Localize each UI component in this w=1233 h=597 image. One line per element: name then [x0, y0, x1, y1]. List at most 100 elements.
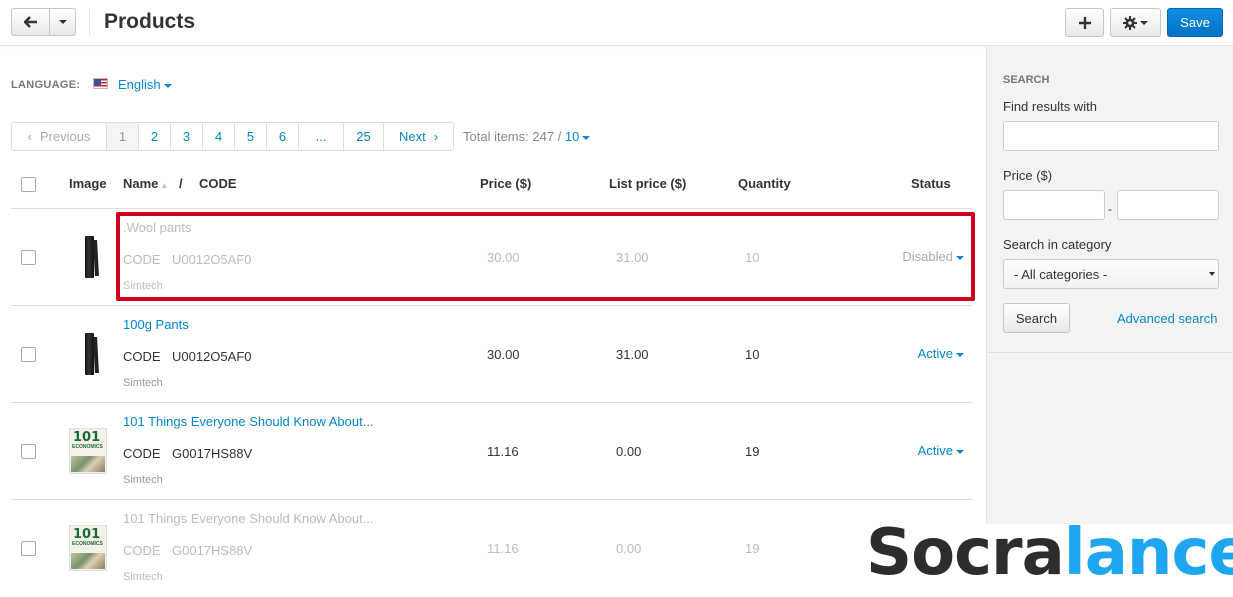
- column-list-price[interactable]: List price ($): [609, 176, 686, 191]
- column-image: Image: [69, 176, 107, 191]
- pants-image: [85, 333, 94, 375]
- vendor-name: Simtech: [123, 377, 163, 389]
- add-product-button[interactable]: [1065, 8, 1104, 37]
- book-cover-subtitle: ECONOMICS: [72, 541, 103, 547]
- status-label: Active: [917, 443, 953, 458]
- history-dropdown-button[interactable]: [49, 8, 76, 36]
- chevron-down-icon: [956, 352, 964, 357]
- price-label: Price ($): [1003, 168, 1053, 183]
- column-status[interactable]: Status: [911, 176, 951, 191]
- price-to-input[interactable]: [1117, 190, 1219, 220]
- sidebar-title: SEARCH: [1003, 74, 1050, 86]
- divider: [987, 352, 1233, 353]
- price-range-dash: -: [1108, 202, 1112, 216]
- arrow-left-icon: [23, 16, 37, 28]
- status-dropdown[interactable]: Active: [918, 443, 964, 458]
- language-label: LANGUAGE:: [11, 79, 81, 91]
- product-name-link[interactable]: 101 Things Everyone Should Know About...: [123, 414, 374, 429]
- quantity-value: 19: [745, 444, 760, 459]
- divider: [89, 10, 90, 36]
- pants-image: [85, 236, 94, 278]
- previous-page-button[interactable]: ‹ Previous: [12, 123, 106, 150]
- row-checkbox[interactable]: [21, 250, 36, 265]
- total-items: Total items: 247 / 10: [463, 129, 591, 144]
- items-per-page-select[interactable]: 10: [564, 129, 591, 144]
- product-code: G0017HS88V: [172, 446, 253, 461]
- list-price-value: 0.00: [616, 444, 642, 459]
- settings-dropdown-button[interactable]: [1110, 8, 1161, 37]
- page-4[interactable]: 4: [202, 123, 234, 150]
- next-page-button[interactable]: Next ›: [383, 123, 453, 150]
- watermark-logo: Socralance: [866, 516, 1233, 592]
- column-price[interactable]: Price ($): [480, 176, 531, 191]
- row-checkbox[interactable]: [21, 347, 36, 362]
- code-label: CODE: [123, 543, 161, 558]
- vendor-name: Simtech: [123, 474, 163, 486]
- book-cover-subtitle: ECONOMICS: [72, 444, 103, 450]
- chevron-down-icon: [163, 83, 172, 88]
- chevron-right-icon: ›: [433, 129, 439, 144]
- page-25[interactable]: 25: [343, 123, 383, 150]
- page-1[interactable]: 1: [106, 123, 138, 150]
- search-input[interactable]: [1003, 121, 1219, 151]
- status-dropdown[interactable]: Active: [918, 346, 964, 361]
- gear-icon: [1123, 15, 1137, 30]
- product-name-link[interactable]: 100g Pants: [123, 317, 189, 332]
- header-bar: Products Save: [0, 0, 1233, 46]
- product-code: G0017HS88V: [172, 543, 253, 558]
- table-row: 101 ECONOMICS 101 Things Everyone Should…: [11, 403, 972, 500]
- column-name[interactable]: Name ▲: [123, 176, 168, 191]
- language-select[interactable]: English: [118, 77, 172, 92]
- column-code[interactable]: CODE: [199, 176, 237, 191]
- column-quantity[interactable]: Quantity: [738, 176, 791, 191]
- column-name-label: Name: [123, 176, 159, 191]
- page-title: Products: [104, 10, 196, 33]
- list-price-value: 31.00: [616, 347, 649, 362]
- code-label: CODE: [123, 349, 161, 364]
- plus-icon: [1078, 16, 1091, 29]
- previous-label: Previous: [39, 129, 91, 144]
- find-results-label: Find results with: [1003, 99, 1097, 114]
- row-checkbox[interactable]: [21, 444, 36, 459]
- product-thumbnail[interactable]: 101 ECONOMICS: [69, 525, 109, 571]
- chevron-left-icon: ‹: [27, 129, 32, 144]
- us-flag-icon: [93, 78, 108, 89]
- advanced-search-link[interactable]: Advanced search: [1117, 311, 1217, 326]
- total-items-label: Total items: 247 /: [463, 129, 562, 144]
- chevron-down-icon: [1140, 20, 1148, 25]
- select-all-checkbox[interactable]: [21, 177, 36, 192]
- search-sidebar: SEARCH Find results with Price ($) - Sea…: [986, 46, 1233, 592]
- items-per-page-value: 10: [564, 129, 580, 144]
- table-row: 101 ECONOMICS 101 Things Everyone Should…: [11, 500, 972, 597]
- category-select[interactable]: - All categories -: [1003, 259, 1219, 289]
- page-6[interactable]: 6: [266, 123, 298, 150]
- sort-asc-icon: ▲: [160, 181, 169, 190]
- price-value: 30.00: [487, 347, 520, 362]
- product-thumbnail[interactable]: [69, 236, 109, 278]
- pagination: ‹ Previous 1 2 3 4 5 6 ... 25 Next ›: [11, 122, 454, 151]
- book-cover-title: 101: [73, 430, 101, 445]
- page-5[interactable]: 5: [234, 123, 266, 150]
- save-button[interactable]: Save: [1167, 8, 1223, 37]
- watermark-text: Socralance: [866, 516, 1233, 590]
- book-image: 101 ECONOMICS: [69, 428, 107, 474]
- quantity-value: 10: [745, 347, 760, 362]
- page-ellipsis[interactable]: ...: [298, 123, 343, 150]
- price-from-input[interactable]: [1003, 190, 1105, 220]
- price-value: 11.16: [487, 444, 519, 459]
- page-3[interactable]: 3: [170, 123, 202, 150]
- product-thumbnail[interactable]: 101 ECONOMICS: [69, 428, 109, 474]
- watermark-part2: lance: [1063, 516, 1233, 590]
- row-checkbox[interactable]: [21, 541, 36, 556]
- highlight-box: [116, 212, 975, 301]
- chevron-down-icon: [582, 135, 591, 140]
- watermark-part1: Socra: [866, 516, 1065, 590]
- chevron-down-icon: [58, 20, 67, 24]
- book-cover-art: [71, 456, 105, 472]
- page-2[interactable]: 2: [138, 123, 170, 150]
- product-thumbnail[interactable]: [69, 333, 109, 375]
- back-button[interactable]: [11, 8, 50, 36]
- product-code: U0012O5AF0: [172, 349, 252, 364]
- product-name-link[interactable]: 101 Things Everyone Should Know About...: [123, 511, 374, 526]
- search-button[interactable]: Search: [1003, 303, 1070, 333]
